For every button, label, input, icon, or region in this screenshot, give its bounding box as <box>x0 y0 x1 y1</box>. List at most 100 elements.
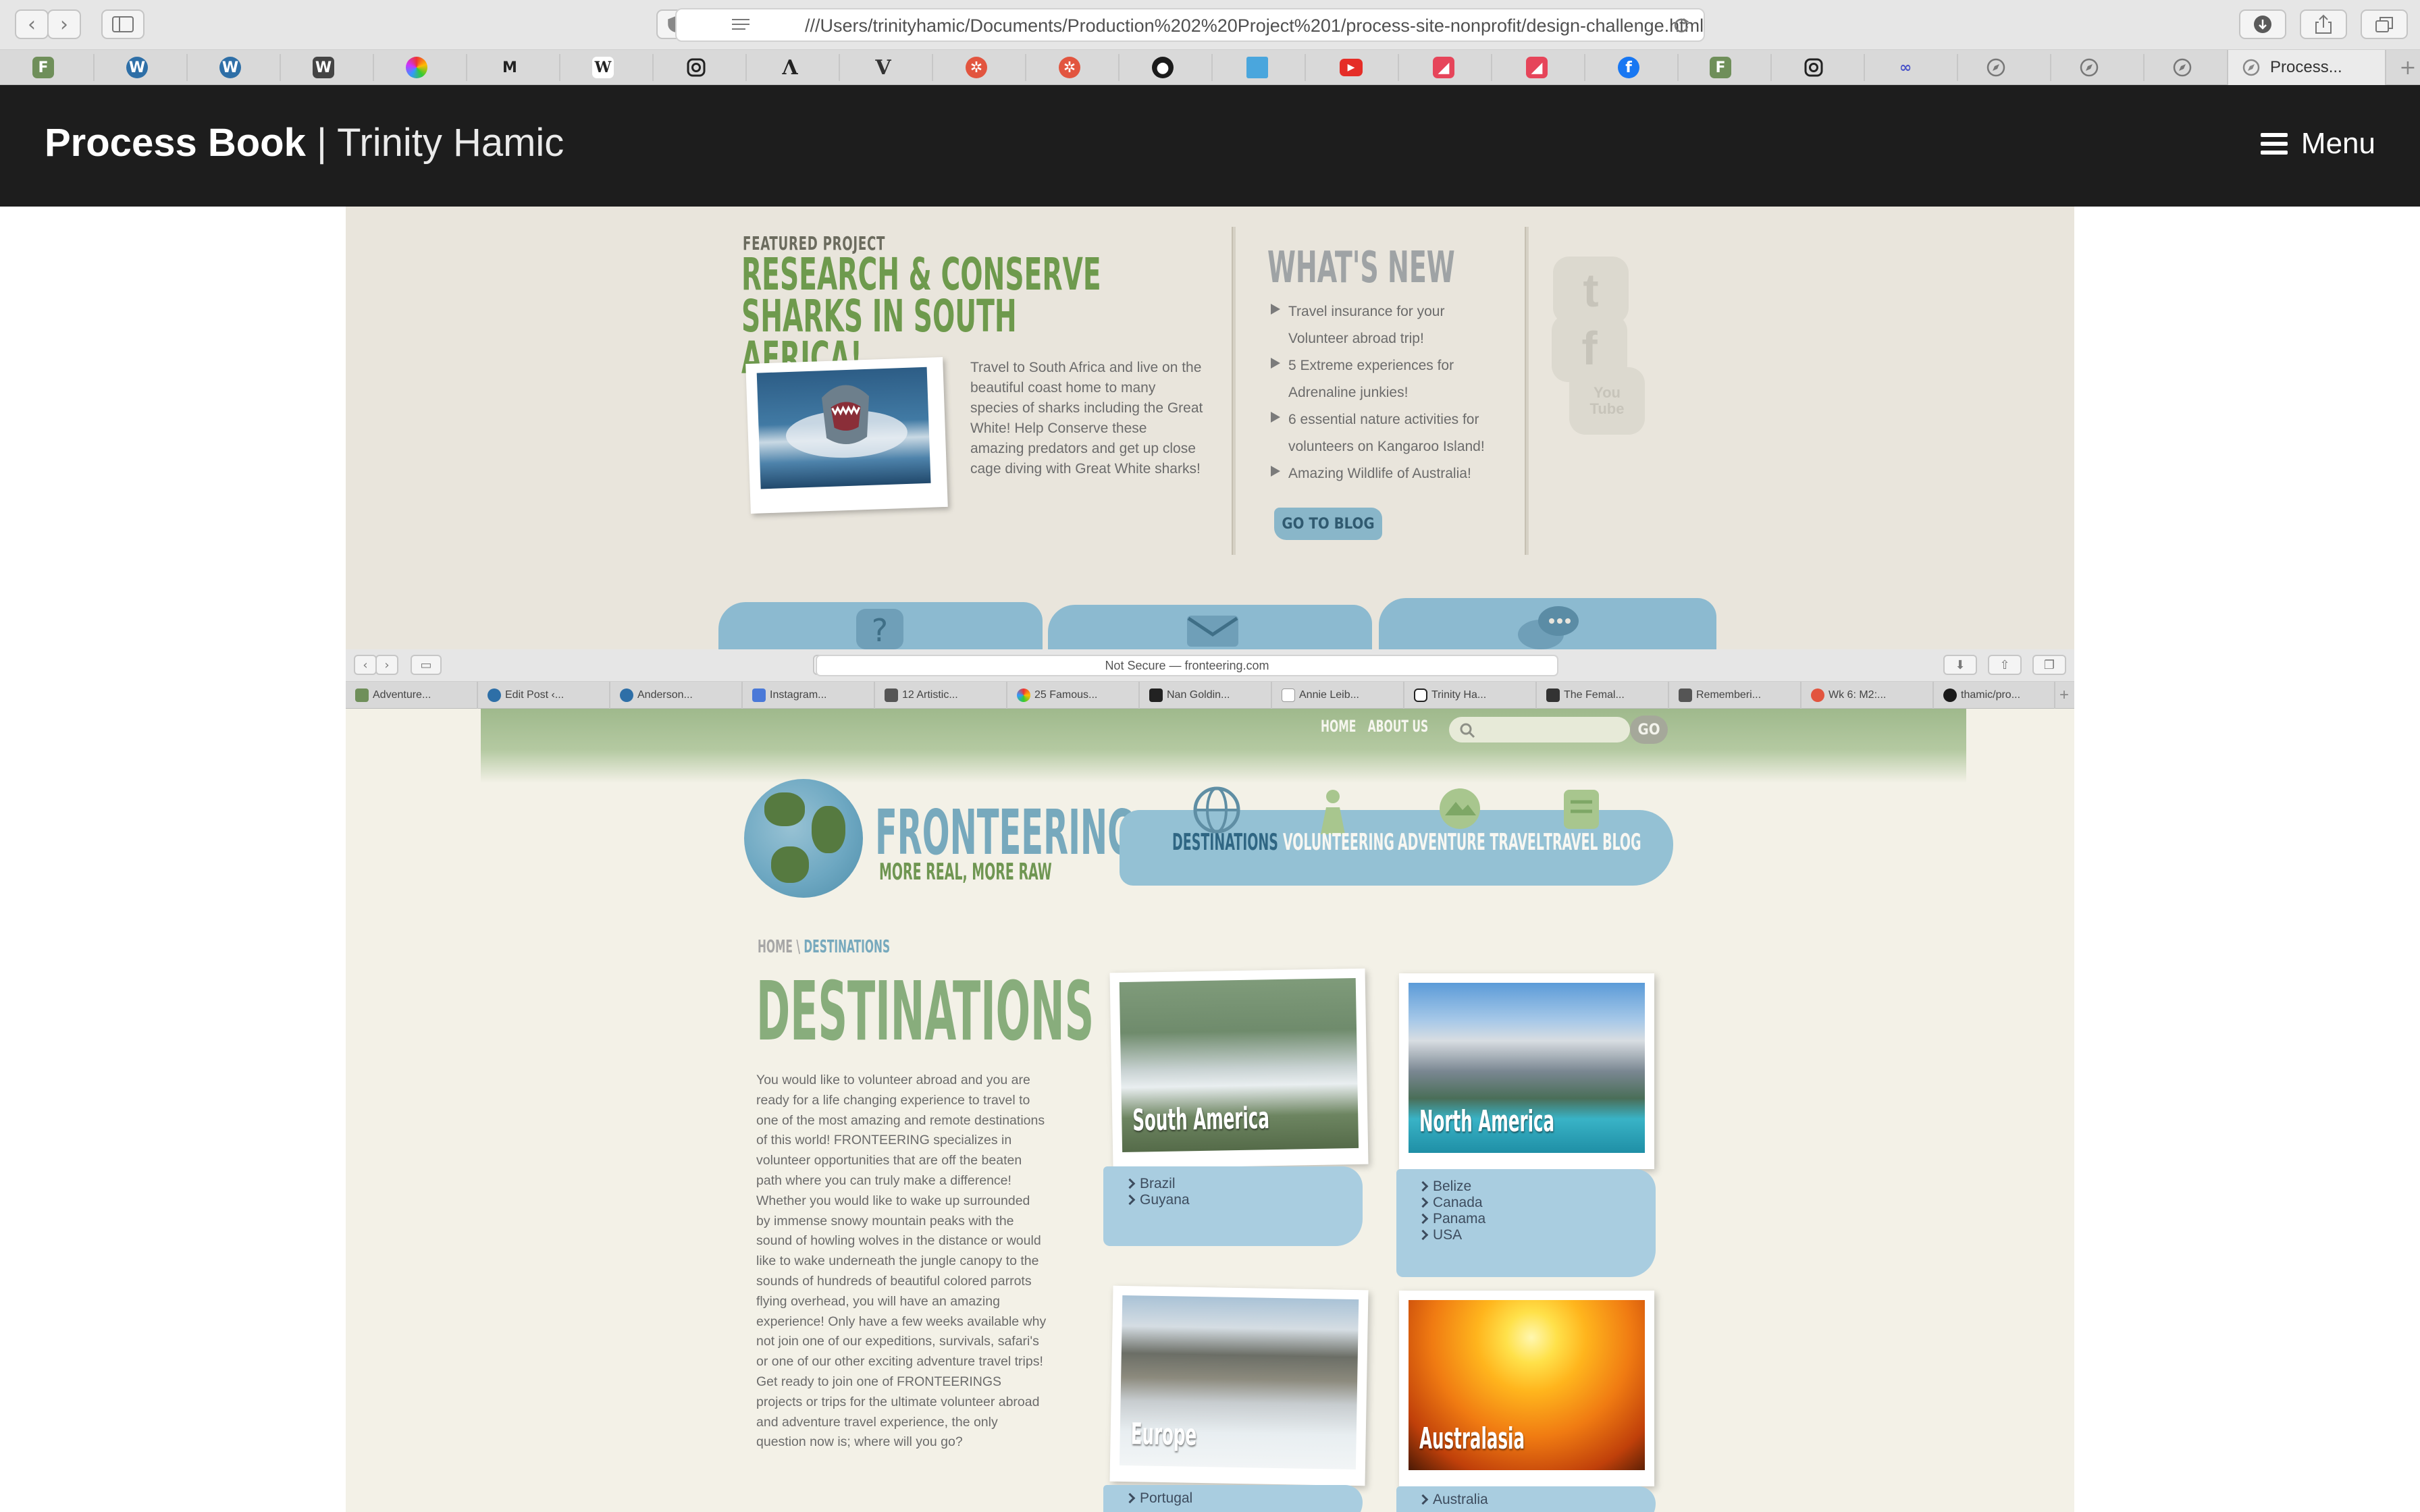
country-link[interactable]: Brazil <box>1140 1176 1363 1192</box>
whats-new-item[interactable]: 5 Extreme experiences for Adrenaline jun… <box>1268 352 1498 406</box>
favorite-github-icon[interactable]: ● <box>1152 57 1174 78</box>
destination-card-australasia[interactable]: Australasia <box>1399 1291 1654 1486</box>
inner-tab[interactable]: Trinity Ha... <box>1404 682 1537 709</box>
inner-tab[interactable]: Wk 6: M2:... <box>1801 682 1934 709</box>
hamburger-icon <box>2260 133 2288 155</box>
whats-new-item[interactable]: Amazing Wildlife of Australia! <box>1268 460 1498 487</box>
youtube-icon[interactable]: You Tube <box>1569 367 1645 435</box>
favorite-wiki-icon[interactable]: W <box>313 57 334 78</box>
favorite-red-app-icon[interactable]: ◢ <box>1526 57 1548 78</box>
inner-sidebar-button[interactable]: ▭ <box>411 655 442 675</box>
nav-destinations[interactable]: DESTINATIONS <box>1172 829 1278 856</box>
favorite-red-app-icon[interactable]: ◢ <box>1433 57 1454 78</box>
globe-logo-icon[interactable] <box>744 779 863 898</box>
download-icon <box>2254 16 2271 33</box>
inner-tab[interactable]: Rememberi... <box>1669 682 1801 709</box>
nav-adventure-travel[interactable]: ADVENTURE TRAVEL <box>1398 829 1544 856</box>
search-go-button[interactable]: GO <box>1630 716 1668 744</box>
nav-travel-blog[interactable]: TRAVEL BLOG <box>1544 829 1641 856</box>
favorite-color-wheel-icon[interactable] <box>406 57 427 78</box>
downloads-button[interactable] <box>2239 9 2286 39</box>
whats-new-item[interactable]: Travel insurance for your Volunteer abro… <box>1268 298 1498 352</box>
favorite-compass-red-icon[interactable]: ✲ <box>1059 57 1080 78</box>
mail-icon[interactable] <box>1186 614 1240 648</box>
menu-button[interactable]: Menu <box>2260 127 2375 161</box>
inner-download-button[interactable]: ⬇ <box>1943 655 1977 675</box>
chat-icon[interactable] <box>1514 605 1581 649</box>
inner-tab[interactable]: Nan Goldin... <box>1140 682 1272 709</box>
inner-tab[interactable]: The Femal... <box>1537 682 1669 709</box>
favorite-wordpress-icon[interactable]: W <box>126 57 148 78</box>
inner-new-tab-button[interactable]: + <box>2055 682 2074 709</box>
breadcrumb-home[interactable]: HOME <box>758 937 793 957</box>
country-link[interactable]: Panama <box>1433 1211 1656 1227</box>
inner-tab[interactable]: Anderson... <box>610 682 743 709</box>
whats-new-list: Travel insurance for your Volunteer abro… <box>1268 298 1498 487</box>
back-button[interactable]: ‹ <box>15 9 49 39</box>
country-link[interactable]: Canada <box>1433 1195 1656 1211</box>
inner-share-button[interactable]: ⇧ <box>1988 655 2022 675</box>
question-icon[interactable]: ? <box>856 609 903 649</box>
tabs-overview-button[interactable] <box>2361 9 2408 39</box>
inner-tab[interactable]: 25 Famous... <box>1007 682 1140 709</box>
active-tab[interactable]: Process... <box>2227 50 2386 85</box>
inner-tab[interactable]: Adventure... <box>346 682 478 709</box>
favorite-facebook-icon[interactable]: f <box>1618 57 1639 78</box>
inner-tab[interactable]: Annie Leib... <box>1272 682 1404 709</box>
site-title[interactable]: Process Book | Trinity Hamic <box>45 120 564 165</box>
country-link[interactable]: Belize <box>1433 1179 1656 1195</box>
destination-card-europe[interactable]: Europe <box>1109 1285 1369 1486</box>
favorite-a-icon[interactable]: Λ <box>779 56 801 80</box>
share-button[interactable] <box>2300 9 2347 39</box>
favorite-blue-square-icon[interactable] <box>1246 57 1268 78</box>
inner-tab[interactable]: Edit Post ‹... <box>478 682 610 709</box>
nav-volunteering[interactable]: VOLUNTEERING <box>1283 829 1394 856</box>
go-to-blog-button[interactable]: GO TO BLOG <box>1274 508 1382 540</box>
destination-card-north-america[interactable]: North America <box>1399 973 1654 1169</box>
country-link[interactable]: USA <box>1433 1227 1656 1243</box>
favorite-fronteering-icon[interactable]: F <box>1710 57 1731 78</box>
country-link[interactable]: Portugal <box>1140 1490 1363 1507</box>
country-link[interactable]: Guyana <box>1140 1192 1363 1208</box>
address-bar[interactable]: ///Users/trinityhamic/Documents/Producti… <box>675 8 1705 42</box>
favorite-m-icon[interactable]: M <box>499 57 521 78</box>
inner-address-bar[interactable]: Not Secure — fronteering.com <box>816 655 1558 676</box>
inner-tab[interactable]: 12 Artistic... <box>875 682 1007 709</box>
top-paint-band <box>481 709 1966 783</box>
top-nav-about[interactable]: ABOUT US <box>1368 717 1429 736</box>
inner-tab[interactable]: thamic/pro... <box>1934 682 2055 709</box>
inner-tab-label: Anderson... <box>637 689 693 701</box>
favorite-wordpress-icon[interactable]: W <box>219 57 241 78</box>
favorite-youtube-icon[interactable]: ▶ <box>1340 59 1363 76</box>
inner-forward-button[interactable]: › <box>375 655 398 675</box>
forward-button[interactable]: › <box>47 9 81 39</box>
inner-back-button[interactable]: ‹ <box>354 655 377 675</box>
inner-tab-label: The Femal... <box>1564 689 1625 701</box>
youtube-label-top: You <box>1594 384 1621 401</box>
favorite-v-icon[interactable]: V <box>872 56 894 80</box>
country-link[interactable]: Australia <box>1433 1492 1656 1508</box>
favorite-wikipedia-icon[interactable]: W <box>592 57 614 78</box>
favorite-instagram-icon[interactable] <box>685 57 707 78</box>
sidebar-toggle-button[interactable] <box>101 9 144 39</box>
inner-tab[interactable]: Instagram... <box>743 682 875 709</box>
search-icon <box>1460 723 1475 738</box>
new-tab-button[interactable]: + <box>2397 56 2419 80</box>
brand-name[interactable]: FRONTEERING <box>875 796 1134 869</box>
reload-icon[interactable] <box>1673 17 1690 34</box>
favorite-safari-icon[interactable] <box>2078 57 2100 78</box>
youtube-label-bottom: Tube <box>1589 400 1625 417</box>
twitter-icon[interactable]: t <box>1553 256 1629 324</box>
destination-card-south-america[interactable]: South America <box>1109 968 1369 1169</box>
site-title-bold: Process Book <box>45 121 306 165</box>
favorite-safari-icon[interactable] <box>2172 57 2193 78</box>
whats-new-item[interactable]: 6 essential nature activities for volunt… <box>1268 406 1498 460</box>
favorite-fronteering-icon[interactable]: F <box>32 57 54 78</box>
inner-tabs-button[interactable]: ❐ <box>2032 655 2066 675</box>
top-nav-home[interactable]: HOME <box>1321 717 1356 736</box>
search-input[interactable] <box>1449 717 1630 742</box>
favorite-link-icon[interactable]: ∞ <box>1895 57 1916 78</box>
favorite-instagram-icon[interactable] <box>1803 57 1824 78</box>
favorite-safari-icon[interactable] <box>1985 57 2007 78</box>
favorite-compass-red-icon[interactable]: ✲ <box>966 57 987 78</box>
